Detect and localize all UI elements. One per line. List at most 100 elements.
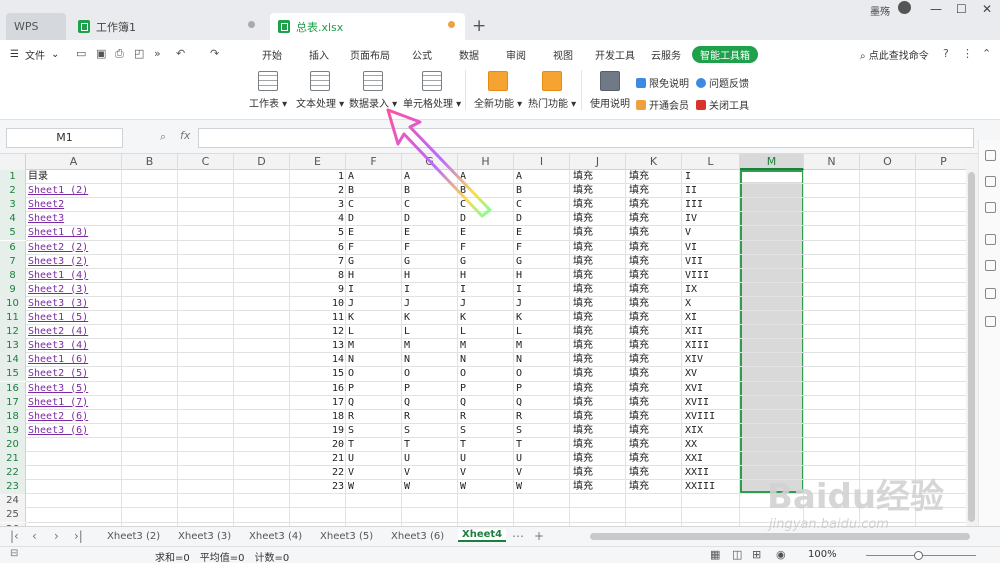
fill-cell[interactable]: 填充 [573, 424, 625, 438]
fill-cell[interactable]: 填充 [573, 283, 625, 297]
letter-cell[interactable]: Q [460, 396, 512, 410]
fill-cell[interactable]: 填充 [573, 438, 625, 452]
fill-cell[interactable]: 填充 [573, 339, 625, 353]
row-header[interactable]: 2 [0, 184, 26, 199]
fill-cell[interactable]: 填充 [629, 382, 681, 396]
letter-cell[interactable]: I [516, 283, 568, 297]
fill-cell[interactable]: 填充 [573, 198, 625, 212]
letter-cell[interactable]: K [516, 311, 568, 325]
letter-cell[interactable]: S [516, 424, 568, 438]
number-cell[interactable]: 2 [290, 184, 344, 198]
normal-view-icon[interactable]: ▦ [710, 548, 720, 561]
letter-cell[interactable]: N [516, 353, 568, 367]
letter-cell[interactable]: I [404, 283, 456, 297]
letter-cell[interactable]: K [404, 311, 456, 325]
tab-workbook1[interactable]: 工作簿1 [70, 13, 265, 40]
add-sheet-icon[interactable]: + [534, 529, 544, 543]
tab-cloud[interactable]: 云服务 [651, 47, 681, 62]
letter-cell[interactable]: Q [348, 396, 400, 410]
letter-cell[interactable]: W [404, 480, 456, 494]
name-box[interactable]: M1 [6, 128, 123, 148]
letter-cell[interactable]: P [404, 382, 456, 396]
letter-cell[interactable]: J [516, 297, 568, 311]
column-header[interactable]: C [178, 154, 234, 170]
eye-icon[interactable]: ◉ [776, 548, 786, 561]
letter-cell[interactable]: H [404, 269, 456, 283]
letter-cell[interactable]: N [404, 353, 456, 367]
sheet-link-cell[interactable]: Sheet3 (6) [28, 424, 120, 438]
column-header[interactable]: O [860, 154, 916, 170]
row-header[interactable]: 6 [0, 240, 26, 255]
fill-cell[interactable]: 填充 [629, 297, 681, 311]
sheet-link-cell[interactable]: Sheet2 (3) [28, 283, 120, 297]
sheet-tab[interactable]: Xheet3 (3) [178, 531, 231, 542]
fill-cell[interactable]: 填充 [629, 339, 681, 353]
tab-developer[interactable]: 开发工具 [595, 47, 635, 62]
fill-cell[interactable]: 填充 [573, 297, 625, 311]
fill-cell[interactable]: 填充 [629, 410, 681, 424]
letter-cell[interactable]: V [460, 466, 512, 480]
roman-cell[interactable]: X [685, 297, 739, 311]
fill-cell[interactable]: 填充 [573, 466, 625, 480]
row-header[interactable]: 23 [0, 480, 26, 495]
fill-cell[interactable]: 填充 [629, 452, 681, 466]
letter-cell[interactable]: T [516, 438, 568, 452]
letter-cell[interactable]: E [404, 226, 456, 240]
sheet-link-cell[interactable]: Sheet2 (2) [28, 241, 120, 255]
fill-cell[interactable]: 填充 [629, 396, 681, 410]
roman-cell[interactable]: XXII [685, 466, 739, 480]
last-sheet-icon[interactable]: ›| [74, 529, 83, 543]
letter-cell[interactable]: O [460, 367, 512, 381]
tab-wps-home[interactable]: WPS [6, 13, 66, 40]
sheet-link-cell[interactable]: Sheet1 (6) [28, 353, 120, 367]
fill-cell[interactable]: 填充 [629, 367, 681, 381]
letter-cell[interactable]: I [348, 283, 400, 297]
roman-cell[interactable]: XXI [685, 452, 739, 466]
letter-cell[interactable]: P [348, 382, 400, 396]
letter-cell[interactable]: F [404, 241, 456, 255]
fill-cell[interactable]: 填充 [629, 325, 681, 339]
letter-cell[interactable]: U [404, 452, 456, 466]
membership-button[interactable]: 开通会员 [636, 97, 689, 112]
row-header[interactable]: 10 [0, 296, 26, 311]
letter-cell[interactable]: J [460, 297, 512, 311]
fill-cell[interactable]: 填充 [629, 212, 681, 226]
sheet-link-cell[interactable]: Sheet1 (5) [28, 311, 120, 325]
fill-cell[interactable]: 填充 [629, 198, 681, 212]
roman-cell[interactable]: V [685, 226, 739, 240]
number-cell[interactable]: 19 [290, 424, 344, 438]
letter-cell[interactable]: L [348, 325, 400, 339]
row-header[interactable]: 13 [0, 339, 26, 354]
maximize-icon[interactable]: ☐ [956, 2, 967, 16]
letter-cell[interactable]: F [460, 241, 512, 255]
fill-cell[interactable]: 填充 [573, 353, 625, 367]
column-header[interactable]: A [26, 154, 122, 170]
fill-cell[interactable]: 填充 [573, 170, 625, 184]
worksheet-button[interactable]: 工作表 ▾ [249, 71, 287, 110]
fx-icon[interactable]: fx [180, 129, 190, 142]
prev-sheet-icon[interactable]: ‹ [32, 529, 37, 543]
roman-cell[interactable]: XIV [685, 353, 739, 367]
save-icon[interactable]: ▣ [96, 47, 106, 60]
fill-cell[interactable]: 填充 [573, 382, 625, 396]
letter-cell[interactable]: G [404, 255, 456, 269]
letter-cell[interactable]: C [516, 198, 568, 212]
roman-cell[interactable]: IV [685, 212, 739, 226]
tab-view[interactable]: 视图 [553, 47, 573, 62]
sheet-link-cell[interactable]: Sheet3 (2) [28, 255, 120, 269]
number-cell[interactable]: 14 [290, 353, 344, 367]
column-header[interactable]: B [122, 154, 178, 170]
fill-cell[interactable]: 填充 [573, 410, 625, 424]
fill-cell[interactable]: 填充 [573, 212, 625, 226]
row-header[interactable]: 5 [0, 226, 26, 241]
roman-cell[interactable]: VI [685, 241, 739, 255]
letter-cell[interactable]: G [460, 255, 512, 269]
row-header[interactable]: 8 [0, 268, 26, 283]
letter-cell[interactable]: G [348, 255, 400, 269]
tab-insert[interactable]: 插入 [309, 47, 329, 62]
tab-total-xlsx[interactable]: 总表.xlsx [270, 13, 465, 40]
help-icon[interactable]: ? [943, 47, 949, 60]
letter-cell[interactable]: H [460, 269, 512, 283]
letter-cell[interactable]: B [516, 184, 568, 198]
row-header[interactable]: 12 [0, 325, 26, 340]
